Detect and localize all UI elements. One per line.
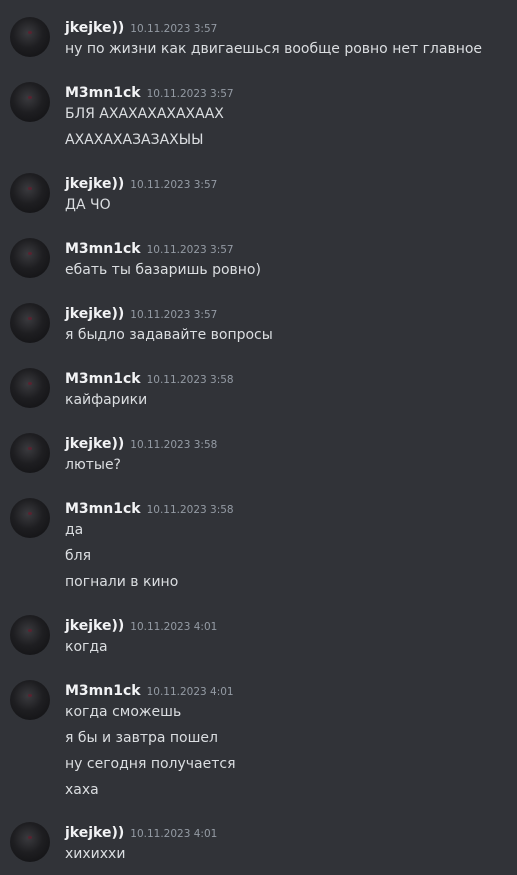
username[interactable]: jkejke)) <box>65 436 124 452</box>
message-header: jkejke)) 10.11.2023 3:57 <box>65 173 217 193</box>
message-text: БЛЯ АХАХАХАХАХААХ <box>65 106 224 122</box>
username[interactable]: M3mn1ck <box>65 85 141 101</box>
message-text: бля <box>65 548 92 564</box>
message-header: jkejke)) 10.11.2023 3:57 <box>65 303 217 323</box>
timestamp: 10.11.2023 3:57 <box>130 309 218 321</box>
message-text: я быдло задавайте вопросы <box>65 327 273 343</box>
username[interactable]: jkejke)) <box>65 618 124 634</box>
avatar[interactable] <box>10 680 50 720</box>
timestamp: 10.11.2023 3:57 <box>146 244 234 256</box>
message-text: ну сегодня получается <box>65 756 236 772</box>
avatar[interactable] <box>10 615 50 655</box>
message-header: jkejke)) 10.11.2023 4:01 <box>65 822 217 842</box>
timestamp: 10.11.2023 3:57 <box>146 88 234 100</box>
message-header: M3mn1ck 10.11.2023 3:58 <box>65 368 234 388</box>
message-text: погнали в кино <box>65 574 179 590</box>
message-text: ДА ЧО <box>65 197 111 213</box>
avatar[interactable] <box>10 82 50 122</box>
timestamp: 10.11.2023 3:58 <box>146 504 234 516</box>
message-text: кайфарики <box>65 392 148 408</box>
avatar[interactable] <box>10 238 50 278</box>
username[interactable]: M3mn1ck <box>65 683 141 699</box>
avatar[interactable] <box>10 498 50 538</box>
message-text: ебать ты базаришь ровно) <box>65 262 261 278</box>
timestamp: 10.11.2023 4:01 <box>146 686 234 698</box>
username[interactable]: jkejke)) <box>65 306 124 322</box>
username[interactable]: jkejke)) <box>65 20 124 36</box>
message-text: да <box>65 522 84 538</box>
avatar[interactable] <box>10 303 50 343</box>
avatar[interactable] <box>10 173 50 213</box>
message-header: jkejke)) 10.11.2023 4:01 <box>65 615 217 635</box>
chat-message-list: jkejke)) 10.11.2023 3:57 ну по жизни как … <box>0 0 517 875</box>
avatar[interactable] <box>10 433 50 473</box>
message-header: M3mn1ck 10.11.2023 3:58 <box>65 498 234 518</box>
message-text: АХАХАХАЗАЗАХЫЫ <box>65 132 204 148</box>
timestamp: 10.11.2023 3:57 <box>130 179 218 191</box>
message-text: хаха <box>65 782 99 798</box>
message-text: лютые? <box>65 457 121 473</box>
timestamp: 10.11.2023 3:57 <box>130 23 218 35</box>
username[interactable]: M3mn1ck <box>65 371 141 387</box>
avatar[interactable] <box>10 368 50 408</box>
avatar[interactable] <box>10 822 50 862</box>
message-header: M3mn1ck 10.11.2023 3:57 <box>65 238 234 258</box>
message-text: я бы и завтра пошел <box>65 730 218 746</box>
message-header: jkejke)) 10.11.2023 3:58 <box>65 433 217 453</box>
message-text: когда сможешь <box>65 704 182 720</box>
username[interactable]: jkejke)) <box>65 176 124 192</box>
username[interactable]: M3mn1ck <box>65 501 141 517</box>
timestamp: 10.11.2023 4:01 <box>130 621 218 633</box>
timestamp: 10.11.2023 3:58 <box>130 439 218 451</box>
username[interactable]: M3mn1ck <box>65 241 141 257</box>
message-text: ну по жизни как двигаешься вообще ровно … <box>65 41 483 57</box>
timestamp: 10.11.2023 3:58 <box>146 374 234 386</box>
message-text: хихиххи <box>65 846 126 862</box>
avatar[interactable] <box>10 17 50 57</box>
username[interactable]: jkejke)) <box>65 825 124 841</box>
timestamp: 10.11.2023 4:01 <box>130 828 218 840</box>
message-header: M3mn1ck 10.11.2023 4:01 <box>65 680 234 700</box>
message-text: когда <box>65 639 108 655</box>
message-header: M3mn1ck 10.11.2023 3:57 <box>65 82 234 102</box>
message-header: jkejke)) 10.11.2023 3:57 <box>65 17 217 37</box>
